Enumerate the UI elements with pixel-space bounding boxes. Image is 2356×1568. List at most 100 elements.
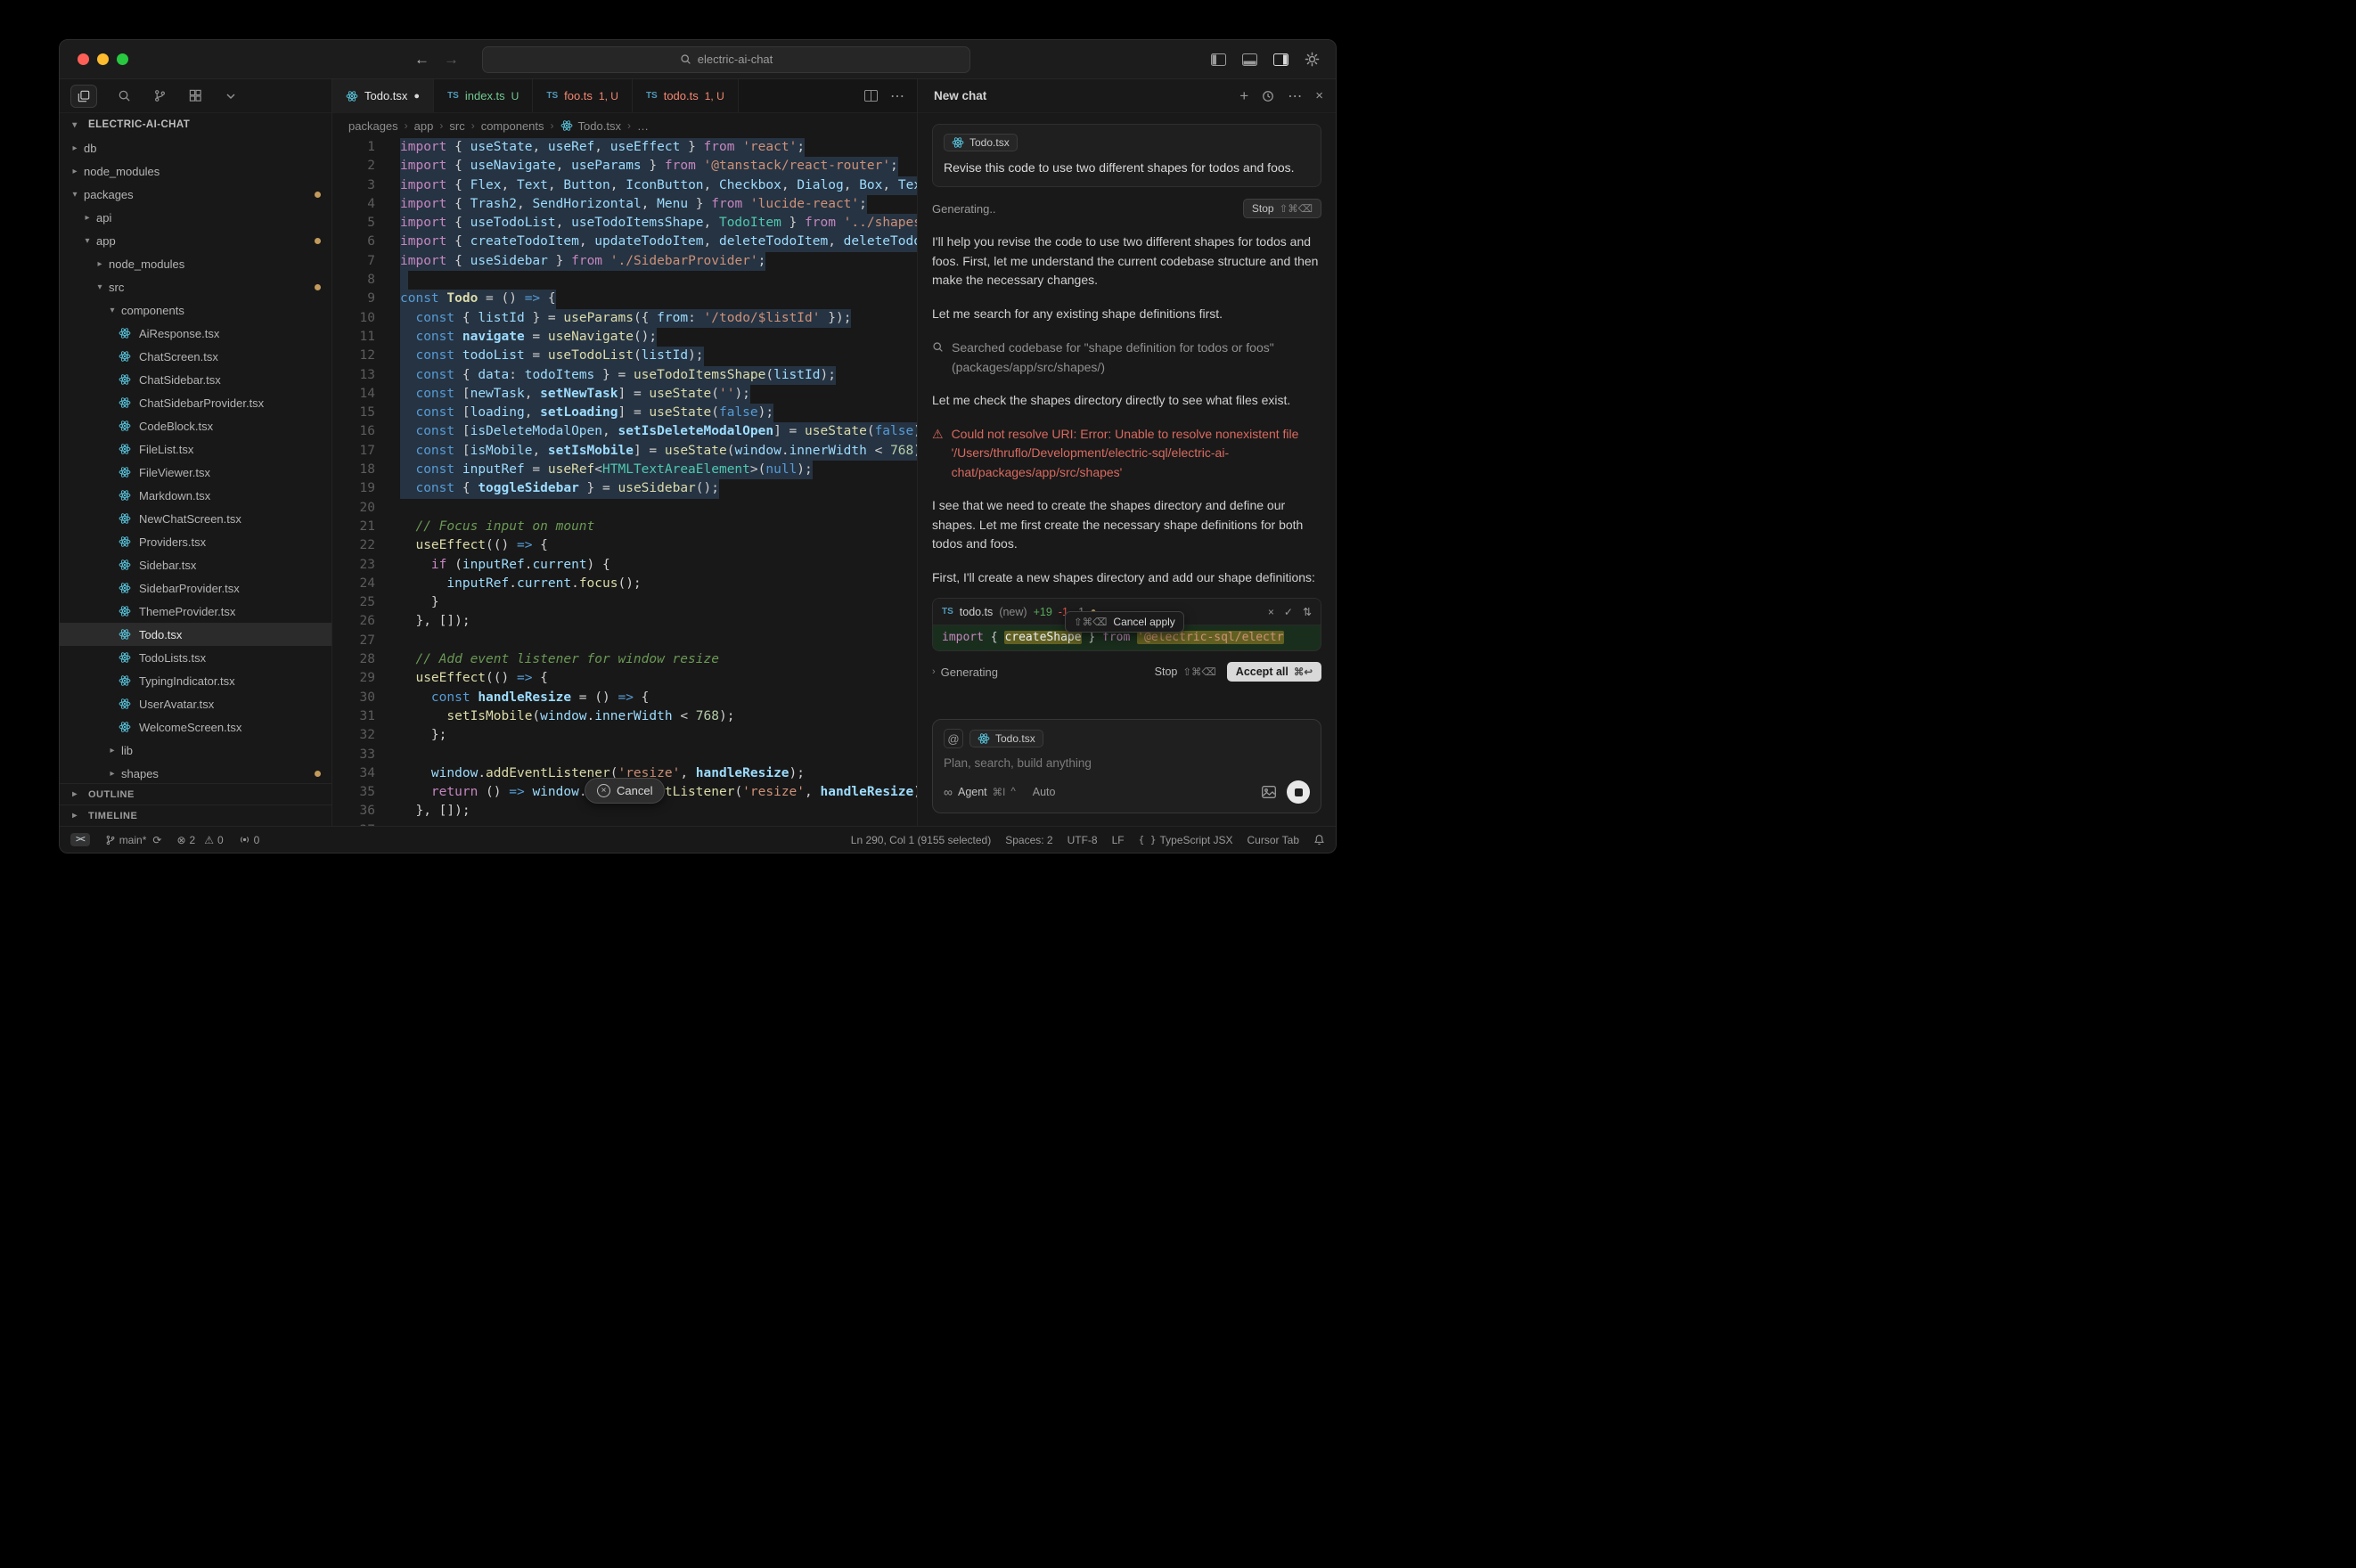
footer-stop-button[interactable]: Stop ⇧⌘⌫ xyxy=(1155,666,1216,678)
ports-item[interactable]: 0 xyxy=(239,834,260,846)
tree-item-app[interactable]: ▾app xyxy=(60,229,331,252)
new-chat-icon[interactable]: + xyxy=(1239,87,1248,105)
breadcrumb-item[interactable]: src xyxy=(449,119,464,133)
problems-item[interactable]: ⊗ 2 ⚠ 0 xyxy=(176,834,223,846)
diff-expand-icon[interactable]: ⇅ xyxy=(1303,606,1312,618)
mention-button[interactable]: @ xyxy=(944,729,963,748)
tree-item-node-modules[interactable]: ▸node_modules xyxy=(60,252,331,275)
tree-item-typingindicator-tsx[interactable]: TypingIndicator.tsx xyxy=(60,669,331,692)
toggle-right-panel-icon[interactable] xyxy=(1272,52,1288,68)
remote-indicator[interactable]: >< xyxy=(70,833,90,846)
indentation[interactable]: Spaces: 2 xyxy=(1005,834,1052,846)
cursor-tab-item[interactable]: Cursor Tab xyxy=(1248,834,1299,846)
stop-generation-button[interactable] xyxy=(1287,780,1310,804)
more-actions-icon[interactable]: ⋯ xyxy=(890,87,904,105)
tree-item-newchatscreen-tsx[interactable]: NewChatScreen.tsx xyxy=(60,507,331,530)
source-control-icon[interactable] xyxy=(151,87,168,105)
toggle-bottom-panel-icon[interactable] xyxy=(1241,52,1257,68)
minimize-window-button[interactable] xyxy=(97,53,109,65)
tree-item-label: app xyxy=(96,234,116,248)
zoom-window-button[interactable] xyxy=(117,53,128,65)
chat-more-icon[interactable]: ⋯ xyxy=(1288,87,1302,105)
cancel-pill-button[interactable]: × Cancel xyxy=(585,778,665,804)
tree-item-sidebar-tsx[interactable]: Sidebar.tsx xyxy=(60,553,331,576)
project-root-row[interactable]: ▾ ELECTRIC-AI-CHAT xyxy=(60,113,331,136)
model-select[interactable]: Auto xyxy=(1033,786,1056,798)
tree-item-lib[interactable]: ▸lib xyxy=(60,739,331,762)
tree-item-chatsidebarprovider-tsx[interactable]: ChatSidebarProvider.tsx xyxy=(60,391,331,414)
toggle-left-panel-icon[interactable] xyxy=(1210,52,1226,68)
tab-index-ts[interactable]: TSindex.tsU xyxy=(434,79,533,112)
gear-icon[interactable] xyxy=(1304,52,1320,68)
git-branch-item[interactable]: main* xyxy=(105,834,147,846)
search-tool-row[interactable]: Searched codebase for "shape definition … xyxy=(932,338,1321,377)
titlebar: ← → electric-ai-chat xyxy=(60,40,1336,79)
agent-mode-select[interactable]: ∞ Agent ⌘I ^ xyxy=(944,785,1016,799)
tree-item-todo-tsx[interactable]: Todo.tsx xyxy=(60,623,331,646)
breadcrumb-item[interactable]: app xyxy=(414,119,434,133)
tree-item-api[interactable]: ▸api xyxy=(60,206,331,229)
tree-item-useravatar-tsx[interactable]: UserAvatar.tsx xyxy=(60,692,331,715)
breadcrumb-item[interactable]: packages xyxy=(348,119,398,133)
tree-item-components[interactable]: ▾components xyxy=(60,298,331,322)
encoding[interactable]: UTF-8 xyxy=(1068,834,1098,846)
eol[interactable]: LF xyxy=(1112,834,1125,846)
image-attach-icon[interactable] xyxy=(1262,786,1276,798)
forward-icon[interactable]: → xyxy=(444,51,459,69)
tree-item-sidebarprovider-tsx[interactable]: SidebarProvider.tsx xyxy=(60,576,331,600)
timeline-section[interactable]: ▸ TIMELINE xyxy=(60,804,331,826)
chat-close-icon[interactable]: × xyxy=(1315,88,1323,103)
tree-item-label: shapes xyxy=(121,767,159,780)
tree-item-todolists-tsx[interactable]: TodoLists.tsx xyxy=(60,646,331,669)
sync-button[interactable]: ⟳ xyxy=(152,834,161,846)
split-editor-icon[interactable] xyxy=(864,90,878,102)
tree-item-src[interactable]: ▾src xyxy=(60,275,331,298)
tab-todo-ts[interactable]: TStodo.ts1, U xyxy=(633,79,739,112)
react-file-icon xyxy=(119,605,133,617)
cursor-position[interactable]: Ln 290, Col 1 (9155 selected) xyxy=(851,834,991,846)
command-search-bar[interactable]: electric-ai-chat xyxy=(482,46,970,73)
tree-item-providers-tsx[interactable]: Providers.tsx xyxy=(60,530,331,553)
tree-item-fileviewer-tsx[interactable]: FileViewer.tsx xyxy=(60,461,331,484)
chevron-down-icon[interactable] xyxy=(222,87,240,105)
tab-foo-ts[interactable]: TSfoo.ts1, U xyxy=(533,79,633,112)
extensions-icon[interactable] xyxy=(186,87,204,105)
tree-item-filelist-tsx[interactable]: FileList.tsx xyxy=(60,437,331,461)
tree-item-node-modules[interactable]: ▸node_modules xyxy=(60,159,331,183)
tree-item-shapes[interactable]: ▸shapes xyxy=(60,762,331,783)
bell-icon[interactable] xyxy=(1313,834,1325,845)
chat-input-placeholder[interactable]: Plan, search, build anything xyxy=(944,756,1310,770)
history-icon[interactable] xyxy=(1262,90,1274,102)
context-file-chip[interactable]: Todo.tsx xyxy=(969,730,1043,747)
tree-item-packages[interactable]: ▾packages xyxy=(60,183,331,206)
tree-item-chatsidebar-tsx[interactable]: ChatSidebar.tsx xyxy=(60,368,331,391)
tree-item-themeprovider-tsx[interactable]: ThemeProvider.tsx xyxy=(60,600,331,623)
close-window-button[interactable] xyxy=(78,53,89,65)
breadcrumb-file[interactable]: Todo.tsx xyxy=(560,119,621,133)
explorer-icon[interactable] xyxy=(70,85,97,108)
tree-item-markdown-tsx[interactable]: Markdown.tsx xyxy=(60,484,331,507)
chevron-right-icon[interactable]: › xyxy=(932,666,936,677)
tree-item-chatscreen-tsx[interactable]: ChatScreen.tsx xyxy=(60,345,331,368)
code-editor[interactable]: 1import { useState, useRef, useEffect } … xyxy=(332,138,917,826)
accept-all-button[interactable]: Accept all ⌘↩ xyxy=(1227,662,1321,682)
breadcrumb-more[interactable]: … xyxy=(637,119,649,133)
file-chip[interactable]: Todo.tsx xyxy=(944,134,1018,151)
breadcrumb-item[interactable]: components xyxy=(481,119,544,133)
diff-reject-icon[interactable]: × xyxy=(1268,606,1274,618)
stop-button[interactable]: Stop ⇧⌘⌫ xyxy=(1243,199,1321,218)
outline-section[interactable]: ▸ OUTLINE xyxy=(60,783,331,804)
back-icon[interactable]: ← xyxy=(414,51,429,69)
tree-item-welcomescreen-tsx[interactable]: WelcomeScreen.tsx xyxy=(60,715,331,739)
react-file-icon xyxy=(119,582,133,594)
chat-input-card[interactable]: @ Todo.tsx Plan, search, build anything … xyxy=(932,719,1321,813)
language-mode[interactable]: { } TypeScript JSX xyxy=(1139,834,1233,846)
tree-item-airesponse-tsx[interactable]: AiResponse.tsx xyxy=(60,322,331,345)
chevron-down-icon: ▾ xyxy=(81,236,94,246)
tree-item-db[interactable]: ▸db xyxy=(60,136,331,159)
breadcrumb[interactable]: packages›app›src›components›Todo.tsx›… xyxy=(332,113,917,138)
tree-item-codeblock-tsx[interactable]: CodeBlock.tsx xyxy=(60,414,331,437)
search-icon[interactable] xyxy=(115,87,133,105)
tab-todo-tsx[interactable]: Todo.tsx● xyxy=(332,79,434,112)
diff-accept-icon[interactable]: ✓ xyxy=(1284,606,1293,618)
